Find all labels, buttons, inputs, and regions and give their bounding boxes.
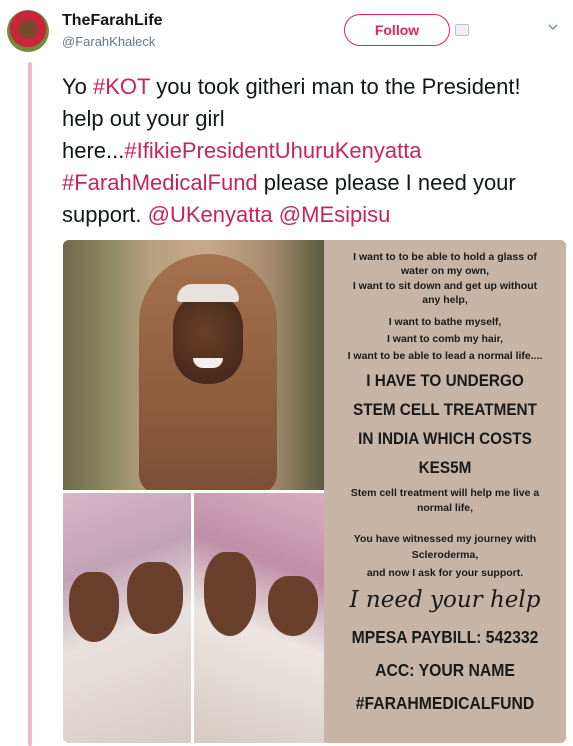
flyer-line: Stem cell treatment will help me live a [350,487,540,499]
flyer-headline: IN INDIA WHICH COSTS [358,429,532,448]
avatar[interactable] [7,10,49,52]
hand-shape [69,572,119,642]
flyer-line: You have witnessed my journey with [353,533,537,545]
flyer-headline: KES5M [418,458,472,477]
mention-mesipisu[interactable]: @MEsipisu [279,202,391,227]
cap-shape [177,284,239,302]
hand-shape [127,562,183,634]
hashtag-ifikie[interactable]: #IfikiePresidentUhuruKenyatta [124,138,421,163]
flyer-line: I want to sit down and get up without [352,280,538,292]
portrait-photo [63,240,324,494]
hands-photo-left [63,492,191,743]
tweet-text-1: Yo [62,74,94,99]
mention-ukenyatta[interactable]: @UKenyatta [148,202,273,227]
flyer-line: normal life, [416,502,473,514]
follow-button[interactable]: Follow [344,14,450,46]
face-shape [173,292,243,384]
flyer-line: I want to be able to lead a normal life.… [347,350,543,362]
flyer-paybill: MPESA PAYBILL: 542332 [351,627,539,647]
flyer-line: Scleroderma, [411,549,479,561]
hand-shape [204,552,256,636]
flyer-headline: STEM CELL TREATMENT [353,400,537,419]
card-icon [455,24,469,36]
tweet-text: Yo #KOT you took githeri man to the Pres… [62,71,562,231]
flyer-account: ACC: YOUR NAME [375,660,515,680]
flyer-script: I need your help [349,587,541,613]
flyer-line: I want to comb my hair, [386,333,504,345]
photo-divider [191,492,194,743]
photo-divider [63,490,324,493]
flyer-hashtag: #FARAHMEDICALFUND [355,693,535,713]
flyer-line: and now I ask for your support. [366,567,524,579]
flyer-line: any help, [422,294,468,306]
flyer-line: I want to to be able to hold a glass of [353,251,537,263]
tweet-media[interactable]: I want to to be able to hold a glass of … [63,240,566,743]
hashtag-kot[interactable]: #KOT [93,74,150,99]
flyer-line: water on my own, [400,265,490,277]
flyer-line: I want to bathe myself, [388,316,502,328]
display-name[interactable]: TheFarahLife [62,12,162,30]
flyer-headline: I HAVE TO UNDERGO [366,371,524,390]
thread-line [28,62,32,746]
hashtag-farahmedicalfund[interactable]: #FarahMedicalFund [62,170,258,195]
user-handle[interactable]: @FarahKhaleck [62,34,155,49]
chevron-down-icon[interactable] [548,22,558,32]
fundraising-flyer: I want to to be able to hold a glass of … [324,240,566,743]
hands-photo-right [194,492,324,743]
hand-shape [268,576,318,636]
